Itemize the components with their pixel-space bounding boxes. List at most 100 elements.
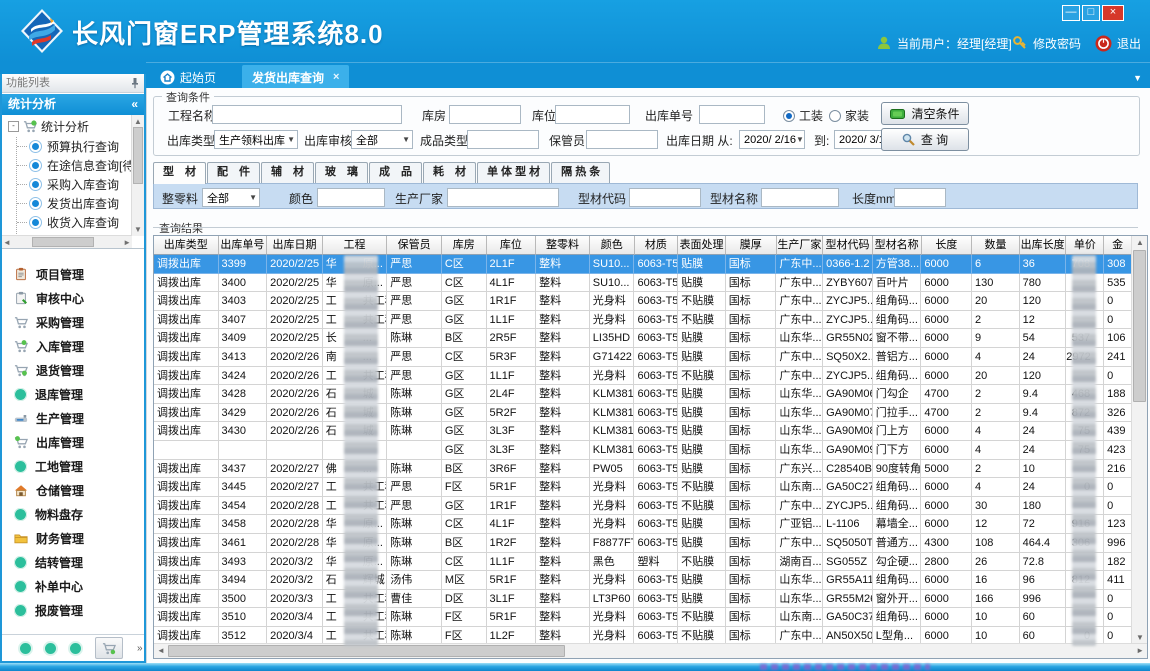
column-header[interactable]: 出库类型 (154, 236, 219, 255)
material-tab-5[interactable]: 成 品 (369, 162, 422, 183)
table-row[interactable]: 调拨出库34372020/2/27佛...陈琳B区3R6F整料PW056063-… (154, 460, 1132, 479)
tab-home[interactable]: 起始页 (150, 65, 226, 89)
tab-overflow-icon[interactable]: ▼ (1133, 73, 1142, 83)
table-row[interactable]: 调拨出库34932020/3/2华原...陈琳C区1L1F整料黑色塑料不贴膜国标… (154, 553, 1132, 572)
table-row[interactable]: 调拨出库34032020/2/25工共工程严思G区1R1F整料光身料6063-T… (154, 292, 1132, 311)
table-row[interactable]: 调拨出库34282020/2/26石城陈琳G区2L4F整料KLM38176063… (154, 385, 1132, 404)
column-header[interactable]: 金 (1104, 236, 1132, 255)
table-row[interactable]: G区3L3F整料KLM38176063-T5贴膜国标山东华...GA90M09.… (154, 441, 1132, 460)
material-tab-3[interactable]: 辅 材 (261, 162, 314, 183)
table-row[interactable]: 调拨出库34072020/2/25工共工程严思G区1L1F整料光身料6063-T… (154, 311, 1132, 330)
material-tab-2[interactable]: 配 件 (207, 162, 260, 183)
tree-expander-icon[interactable]: - (8, 121, 19, 132)
column-header[interactable]: 整零料 (536, 236, 590, 255)
outbound-no-input[interactable] (699, 105, 765, 124)
sidebar-item-6[interactable]: 退库管理 (2, 382, 144, 406)
sidebar-item-8[interactable]: 出库管理 (2, 430, 144, 454)
table-row[interactable]: 调拨出库34542020/2/28工共工程严思G区1R1F整料光身料6063-T… (154, 497, 1132, 516)
location-input[interactable] (555, 105, 630, 124)
column-header[interactable]: 型材代码 (823, 236, 873, 255)
sidebar-item-14[interactable]: 补单中心 (2, 574, 144, 598)
pin-icon[interactable] (130, 77, 140, 89)
project-name-input[interactable] (212, 105, 402, 124)
column-header[interactable]: 颜色 (590, 236, 635, 255)
scrollbar-thumb[interactable] (168, 645, 565, 657)
outbound-type-select[interactable]: 生产领料出库▼ (214, 130, 298, 149)
minimize-button[interactable]: — (1062, 5, 1080, 21)
table-row[interactable]: 调拨出库34942020/3/2石辉城汤伟M区5R1F整料光身料6063-T5贴… (154, 571, 1132, 590)
table-row[interactable]: 调拨出库34092020/2/25长...陈琳B区2R5F整料LI35HD606… (154, 329, 1132, 348)
length-input[interactable] (894, 188, 946, 207)
table-row[interactable]: 调拨出库34452020/2/27工共工程严思F区5R1F整料光身料6063-T… (154, 478, 1132, 497)
warehouse-input[interactable] (449, 105, 521, 124)
sidebar-item-13[interactable]: 结转管理 (2, 550, 144, 574)
nav-cart-button[interactable] (95, 637, 123, 659)
tree-item[interactable]: 收货入库查询 (17, 213, 144, 232)
material-tab-4[interactable]: 玻 璃 (315, 162, 368, 183)
scrollbar-thumb[interactable] (133, 127, 143, 184)
material-tab-6[interactable]: 耗 材 (423, 162, 476, 183)
grid-vertical-scrollbar[interactable]: ▲ ▼ (1131, 236, 1147, 644)
column-header[interactable]: 保管员 (387, 236, 442, 255)
sidebar-item-11[interactable]: 物料盘存 (2, 502, 144, 526)
profile-name-input[interactable] (761, 188, 839, 207)
material-tab-8[interactable]: 隔 热 条 (551, 162, 610, 183)
tab-close-icon[interactable]: × (333, 71, 339, 83)
material-tab-7[interactable]: 单 体 型 材 (477, 162, 550, 183)
sidebar-item-2[interactable]: 审核中心 (2, 286, 144, 310)
grid-horizontal-scrollbar[interactable]: ◄ ► (154, 643, 1147, 658)
table-row[interactable]: 调拨出库35002020/3/3工共工程曹佳D区3L1F整料LT3P606063… (154, 590, 1132, 609)
table-row[interactable]: 调拨出库34002020/2/25华原...严思C区4L1F整料SU10...6… (154, 274, 1132, 293)
tree-horizontal-scrollbar[interactable]: ◄ ► (2, 235, 132, 248)
table-row[interactable]: 调拨出库33992020/2/25华原...严思C区2L1F整料SU10...6… (154, 255, 1132, 274)
sidebar-item-7[interactable]: 生产管理 (2, 406, 144, 430)
column-header[interactable]: 库位 (487, 236, 537, 255)
column-header[interactable]: 单价 (1066, 236, 1104, 255)
whole-part-select[interactable]: 全部▼ (202, 188, 260, 207)
tree-item[interactable]: 在途信息查询[待 (17, 156, 144, 175)
radio-home-decor[interactable]: 家装 (829, 107, 869, 124)
column-header[interactable]: 数量 (972, 236, 1020, 255)
outbound-audit-select[interactable]: 全部▼ (351, 130, 413, 149)
manufacturer-input[interactable] (447, 188, 559, 207)
sidebar-item-3[interactable]: 采购管理 (2, 310, 144, 334)
column-header[interactable]: 材质 (635, 236, 679, 255)
column-header[interactable]: 库房 (442, 236, 487, 255)
column-header[interactable]: 生产厂家 (777, 236, 824, 255)
sidebar-item-9[interactable]: 工地管理 (2, 454, 144, 478)
keeper-input[interactable] (586, 130, 658, 149)
maximize-button[interactable]: □ (1082, 5, 1100, 21)
sidebar-item-1[interactable]: 项目管理 (2, 262, 144, 286)
table-row[interactable]: 调拨出库34132020/2/26南...严思C区5R3F整料G71422606… (154, 348, 1132, 367)
tab-outbound-query[interactable]: 发货出库查询 × (242, 65, 349, 89)
table-row[interactable]: 调拨出库34612020/2/28华原...陈琳B区1R2F整料F8877FT6… (154, 534, 1132, 553)
column-header[interactable]: 长度 (922, 236, 973, 255)
column-header[interactable]: 膜厚 (726, 236, 777, 255)
search-button[interactable]: 查 询 (881, 128, 969, 151)
nav-dot-icon[interactable] (20, 643, 31, 654)
table-row[interactable]: 调拨出库35122020/3/4工共工程陈琳F区1L2F整料光身料6063-T5… (154, 627, 1132, 644)
clear-conditions-button[interactable]: 清空条件 (881, 102, 969, 125)
tree-root-statistics[interactable]: - 统计分析 (2, 115, 144, 137)
column-header[interactable]: 出库日期 (267, 236, 323, 255)
sidebar-item-10[interactable]: 仓储管理 (2, 478, 144, 502)
profile-code-input[interactable] (629, 188, 701, 207)
sidebar-item-12[interactable]: 财务管理 (2, 526, 144, 550)
table-row[interactable]: 调拨出库34582020/2/28华原...陈琳C区4L1F整料光身料6063-… (154, 515, 1132, 534)
overflow-chevron-icon[interactable]: » (137, 643, 143, 654)
color-input[interactable] (317, 188, 385, 207)
logout-button[interactable]: 退出 (1095, 34, 1141, 52)
table-row[interactable]: 调拨出库34302020/2/26石城陈琳G区3L3F整料KLM38176063… (154, 422, 1132, 441)
scrollbar-thumb[interactable] (32, 237, 94, 247)
sidebar-item-5[interactable]: 退货管理 (2, 358, 144, 382)
tree-item[interactable]: 采购入库查询 (17, 175, 144, 194)
sidebar-group-header[interactable]: 统计分析 « (2, 94, 144, 115)
nav-dot-icon[interactable] (70, 643, 81, 654)
sidebar-item-4[interactable]: 入库管理 (2, 334, 144, 358)
tree-vertical-scrollbar[interactable]: ▲ ▼ (131, 115, 144, 236)
radio-work-decor[interactable]: 工装 (783, 107, 823, 124)
material-tab-1[interactable]: 型 材 (153, 162, 206, 184)
scrollbar-thumb[interactable] (1133, 250, 1146, 402)
change-password-button[interactable]: 修改密码 (1012, 34, 1081, 52)
product-type-input[interactable] (467, 130, 539, 149)
